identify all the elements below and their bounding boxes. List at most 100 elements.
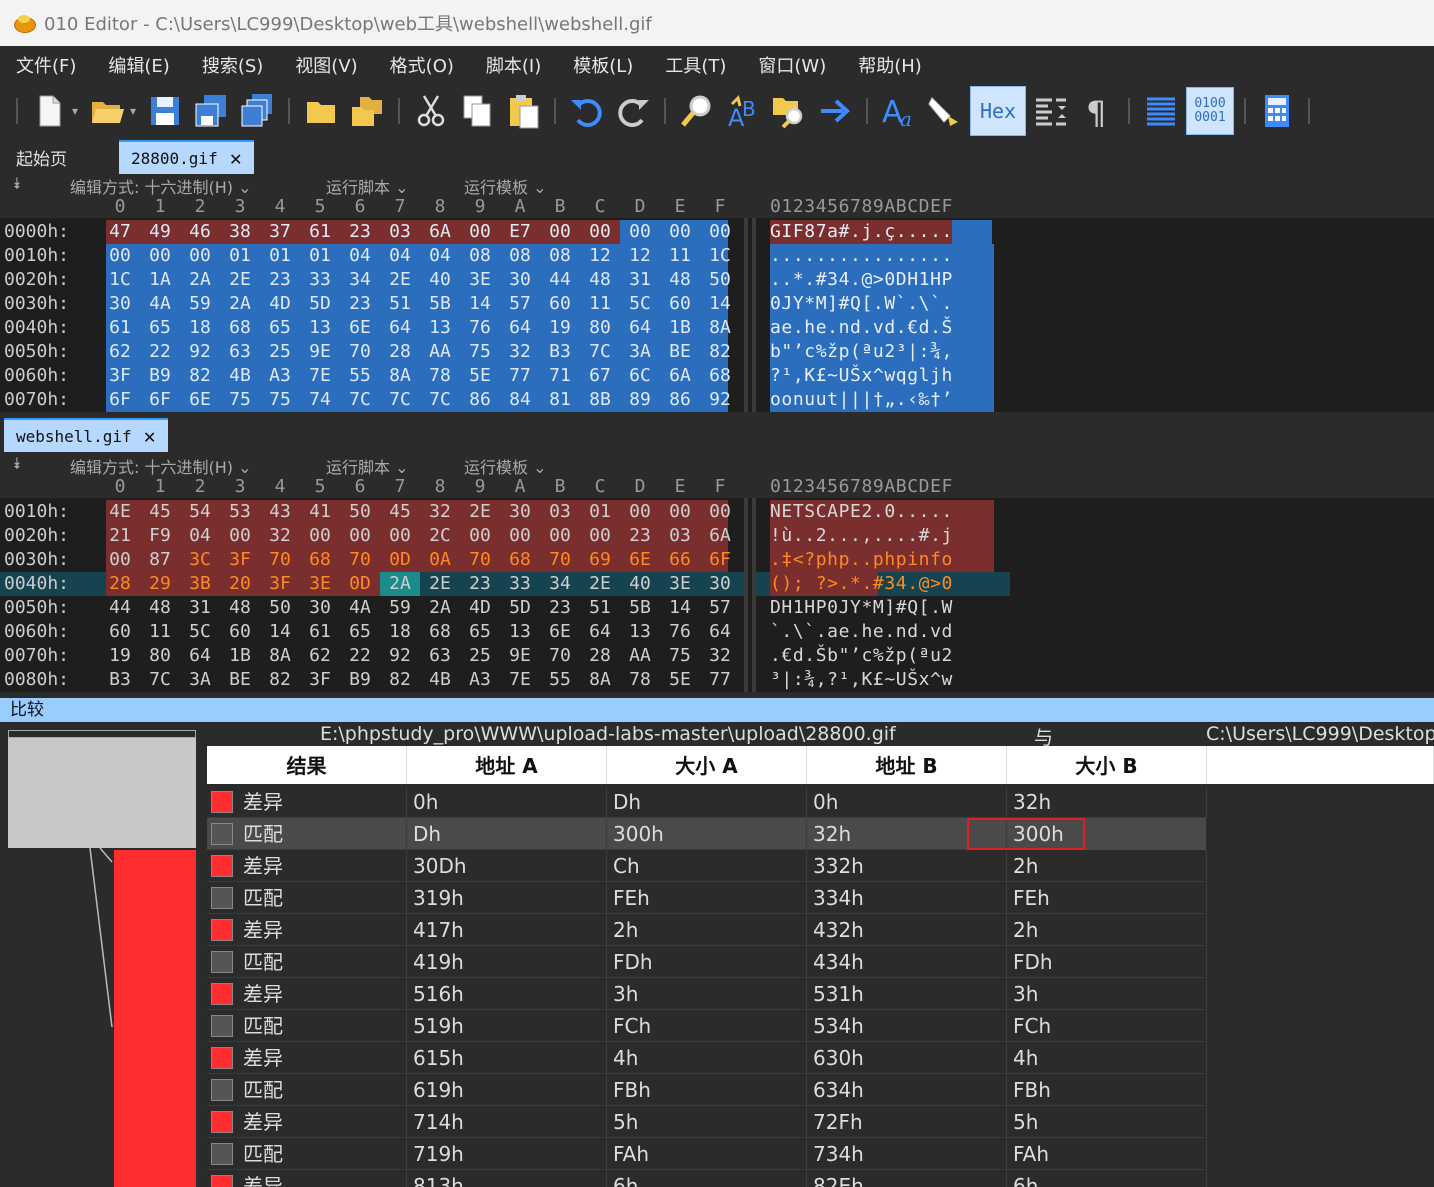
hex-byte[interactable]: AA (420, 340, 460, 364)
lines-icon[interactable] (1138, 88, 1184, 134)
hex-byte[interactable]: 32 (260, 524, 300, 548)
hex-byte[interactable]: 6E (340, 316, 380, 340)
find-in-files-icon[interactable] (766, 88, 812, 134)
hex-byte[interactable]: 3E (660, 572, 700, 596)
hex-byte[interactable]: 7E (300, 364, 340, 388)
hex-byte[interactable]: 89 (620, 388, 660, 412)
copy-icon[interactable] (454, 88, 500, 134)
chevron-down-icon[interactable]: ▾ (72, 88, 84, 134)
hex-byte[interactable]: 3C (180, 548, 220, 572)
cut-icon[interactable] (408, 88, 454, 134)
hex-byte[interactable]: 13 (300, 316, 340, 340)
hex-byte[interactable]: 14 (660, 596, 700, 620)
hex-byte[interactable]: 30 (700, 572, 740, 596)
hex-byte[interactable]: 68 (220, 316, 260, 340)
run-script-dropdown[interactable]: 运行脚本 ⌄ (326, 174, 409, 198)
hex-byte[interactable]: 23 (620, 524, 660, 548)
hex-byte[interactable]: 5E (460, 364, 500, 388)
hex-byte[interactable]: 1C (100, 268, 140, 292)
table-row[interactable]: 匹配 719h FAh 734h FAh (207, 1138, 1207, 1170)
collapse-icon[interactable]: ⯯ (12, 174, 22, 194)
hex-byte[interactable]: 64 (700, 620, 740, 644)
hex-byte[interactable]: 34 (340, 268, 380, 292)
hex-byte[interactable]: 4B (220, 364, 260, 388)
hex-byte[interactable]: 00 (100, 244, 140, 268)
find-icon[interactable] (674, 88, 720, 134)
hex-byte[interactable]: 6A (420, 220, 460, 244)
hex-byte[interactable]: 2E (220, 268, 260, 292)
hex-byte[interactable]: 9E (300, 340, 340, 364)
close-icon[interactable]: ✕ (230, 146, 242, 170)
hex-byte[interactable]: 00 (620, 220, 660, 244)
hex-byte[interactable]: 0D (340, 572, 380, 596)
hex-byte[interactable]: B9 (140, 364, 180, 388)
edit-mode-dropdown[interactable]: 编辑方式: 十六进制(H) ⌄ (70, 454, 252, 478)
hex-byte[interactable]: 30 (500, 500, 540, 524)
hex-byte[interactable]: 86 (460, 388, 500, 412)
hex-byte[interactable]: 25 (460, 644, 500, 668)
hex-byte[interactable]: 00 (620, 500, 660, 524)
hex-byte[interactable]: 60 (540, 292, 580, 316)
hex-byte[interactable]: 8A (260, 644, 300, 668)
hex-byte[interactable]: 71 (540, 364, 580, 388)
hex-byte[interactable]: 4D (260, 292, 300, 316)
hex-byte[interactable]: 14 (260, 620, 300, 644)
hex-byte[interactable]: 6F (140, 388, 180, 412)
hex-byte[interactable]: 00 (700, 500, 740, 524)
hex-byte[interactable]: 80 (580, 316, 620, 340)
hex-byte[interactable]: 78 (620, 668, 660, 692)
hex-byte[interactable]: 01 (260, 244, 300, 268)
close-icon[interactable]: ✕ (144, 424, 156, 448)
hex-byte[interactable]: A3 (460, 668, 500, 692)
hex-byte[interactable]: 13 (620, 620, 660, 644)
hex-byte[interactable]: 00 (140, 244, 180, 268)
hex-byte[interactable]: 1B (220, 644, 260, 668)
hex-byte[interactable]: 64 (620, 316, 660, 340)
hex-byte[interactable]: 04 (380, 244, 420, 268)
collapse-icon[interactable]: ⯯ (12, 454, 22, 474)
table-row[interactable]: 差异 417h 2h 432h 2h (207, 914, 1207, 946)
hex-byte[interactable]: 12 (620, 244, 660, 268)
hex-byte[interactable]: 37 (260, 220, 300, 244)
hex-byte[interactable]: 53 (220, 500, 260, 524)
hex-byte[interactable]: 75 (460, 340, 500, 364)
menu-item[interactable]: 搜索(S) (186, 52, 279, 78)
hex-byte[interactable]: 18 (180, 316, 220, 340)
hex-byte[interactable]: 65 (460, 620, 500, 644)
hex-byte[interactable]: 77 (700, 668, 740, 692)
hex-byte[interactable]: 44 (100, 596, 140, 620)
ascii-text[interactable]: ³|:¾‚?¹‚K£~UŠx^w (770, 668, 953, 692)
hex-byte[interactable]: 33 (500, 572, 540, 596)
hex-byte[interactable]: 47 (100, 220, 140, 244)
hex-byte[interactable]: 4D (460, 596, 500, 620)
hex-byte[interactable]: 31 (620, 268, 660, 292)
column-header-0[interactable]: 结果 (207, 746, 407, 784)
replace-icon[interactable]: AB (720, 88, 766, 134)
table-row[interactable]: 匹配 619h FBh 634h FBh (207, 1074, 1207, 1106)
hex-byte[interactable]: 78 (420, 364, 460, 388)
hex-byte[interactable]: 81 (540, 388, 580, 412)
hex-byte[interactable]: 04 (420, 244, 460, 268)
hex-byte[interactable]: 66 (660, 548, 700, 572)
hex-byte[interactable]: 00 (380, 524, 420, 548)
hex-byte[interactable]: 68 (500, 548, 540, 572)
hex-byte[interactable]: 13 (500, 620, 540, 644)
hex-byte[interactable]: 2A (420, 596, 460, 620)
hex-byte[interactable]: 8A (380, 364, 420, 388)
ascii-text[interactable]: !ù..2...,....#.j (770, 524, 953, 548)
hex-byte[interactable]: 28 (100, 572, 140, 596)
hex-byte[interactable]: 65 (140, 316, 180, 340)
hex-byte[interactable]: 22 (140, 340, 180, 364)
hex-byte[interactable]: 00 (540, 220, 580, 244)
hex-byte[interactable]: 74 (300, 388, 340, 412)
hex-byte[interactable]: 82 (180, 364, 220, 388)
hex-byte[interactable]: 19 (540, 316, 580, 340)
hex-byte[interactable]: 03 (540, 500, 580, 524)
hex-byte[interactable]: B3 (100, 668, 140, 692)
hex-byte[interactable]: 63 (220, 340, 260, 364)
hex-byte[interactable]: 48 (220, 596, 260, 620)
menu-item[interactable]: 模板(L) (557, 52, 649, 78)
hex-byte[interactable]: 55 (540, 668, 580, 692)
hex-byte[interactable]: F9 (140, 524, 180, 548)
table-row[interactable]: 匹配 519h FCh 534h FCh (207, 1010, 1207, 1042)
